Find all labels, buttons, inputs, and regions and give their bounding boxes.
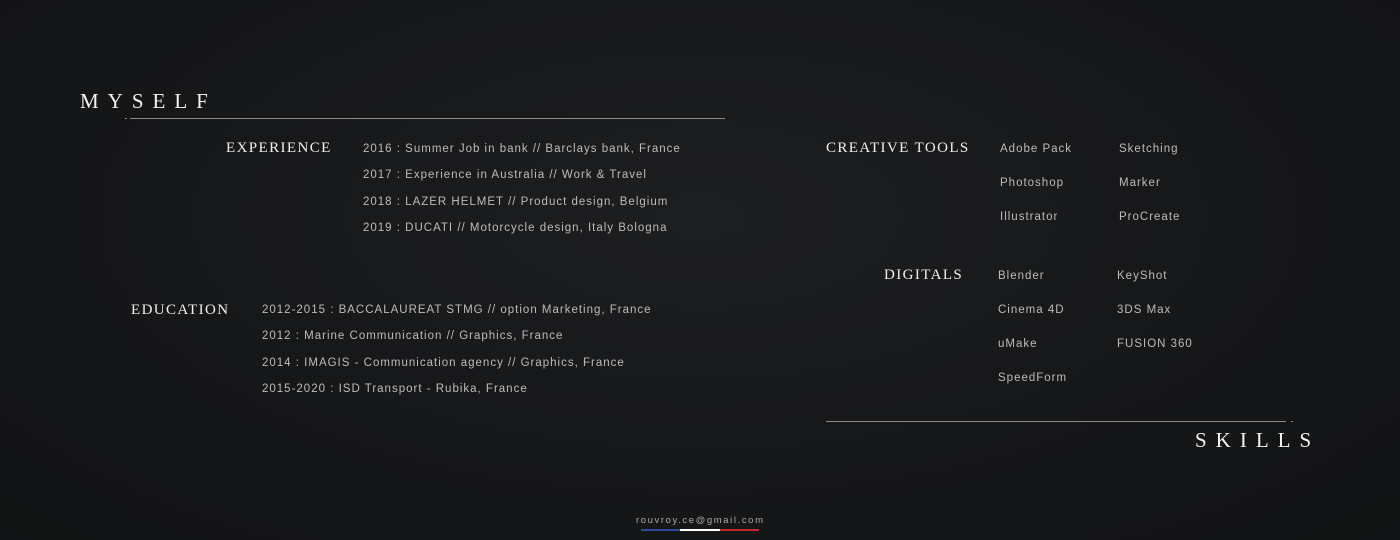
creative-tool-item: Adobe Pack <box>1000 143 1073 155</box>
experience-item: 2016 : Summer Job in bank // Barclays ba… <box>363 143 681 155</box>
digital-item: KeyShot <box>1117 270 1168 282</box>
skills-rule-dot <box>1291 421 1293 422</box>
education-item: 2014 : IMAGIS - Communication agency // … <box>262 357 625 369</box>
digital-item: SpeedForm <box>998 372 1068 384</box>
digital-item: 3DS Max <box>1117 304 1172 316</box>
creative-tool-item: Illustrator <box>1000 211 1059 223</box>
education-item: 2012-2015 : BACCALAUREAT STMG // option … <box>262 304 652 316</box>
myself-rule <box>130 118 725 119</box>
skills-title: SKILLS <box>1195 428 1321 452</box>
digital-item: Cinema 4D <box>998 304 1065 316</box>
experience-item: 2017 : Experience in Australia // Work &… <box>363 169 647 181</box>
experience-item: 2019 : DUCATI // Motorcycle design, Ital… <box>363 222 668 234</box>
digital-item: Blender <box>998 270 1045 282</box>
myself-rule-dot <box>125 118 127 119</box>
education-item: 2015-2020 : ISD Transport - Rubika, Fran… <box>262 383 528 395</box>
contact-email[interactable]: rouvroy.ce@gmail.com <box>636 515 765 526</box>
education-heading: EDUCATION <box>131 302 230 318</box>
education-item: 2012 : Marine Communication // Graphics,… <box>262 330 564 342</box>
myself-title: MYSELF <box>80 89 217 113</box>
flag-white-stripe <box>680 529 720 531</box>
digitals-heading: DIGITALS <box>884 267 964 283</box>
experience-item: 2018 : LAZER HELMET // Product design, B… <box>363 196 669 208</box>
digital-item: FUSION 360 <box>1117 338 1193 350</box>
flag-red-stripe <box>719 529 759 531</box>
digital-item: uMake <box>998 338 1038 350</box>
experience-heading: EXPERIENCE <box>226 140 332 156</box>
flag-blue-stripe <box>641 529 681 531</box>
skills-rule <box>826 421 1286 422</box>
creative-tool-item: ProCreate <box>1119 211 1181 223</box>
creative-tool-item: Sketching <box>1119 143 1179 155</box>
creative-tool-item: Marker <box>1119 177 1161 189</box>
french-flag-stripe <box>641 529 759 531</box>
creative-tool-item: Photoshop <box>1000 177 1064 189</box>
creative-tools-heading: CREATIVE TOOLS <box>826 140 970 156</box>
